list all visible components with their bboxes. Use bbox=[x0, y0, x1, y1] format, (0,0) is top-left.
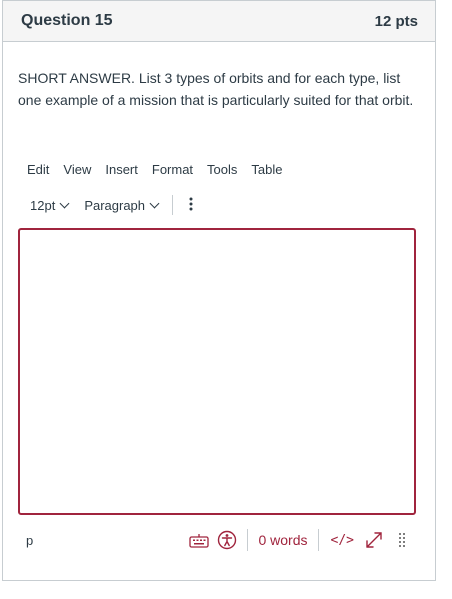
question-points: 12 pts bbox=[374, 12, 418, 30]
resize-grip-icon[interactable] bbox=[388, 527, 416, 553]
menu-edit[interactable]: Edit bbox=[20, 160, 56, 179]
fullscreen-icon[interactable] bbox=[360, 527, 388, 553]
block-format-dropdown[interactable]: Paragraph bbox=[76, 198, 166, 213]
menu-tools[interactable]: Tools bbox=[200, 160, 244, 179]
menu-format[interactable]: Format bbox=[145, 160, 200, 179]
block-format-value: Paragraph bbox=[84, 197, 146, 213]
toolbar-divider bbox=[172, 195, 174, 215]
font-size-value: 12pt bbox=[30, 197, 56, 213]
menu-table[interactable]: Table bbox=[244, 160, 289, 179]
statusbar-controls: 0 words </> bbox=[185, 527, 416, 553]
keyboard-icon[interactable] bbox=[185, 527, 213, 553]
question-title: Question 15 bbox=[21, 12, 113, 29]
html-editor-toggle[interactable]: </> bbox=[325, 533, 360, 548]
chevron-down-icon bbox=[59, 198, 70, 208]
more-options-icon[interactable] bbox=[181, 197, 201, 214]
menu-insert[interactable]: Insert bbox=[98, 160, 145, 179]
editor-toolbar: 12pt Paragraph bbox=[22, 193, 201, 217]
menu-view[interactable]: View bbox=[56, 160, 98, 179]
editor-statusbar: p 0 words </> bbox=[18, 525, 416, 555]
statusbar-divider bbox=[247, 529, 249, 551]
word-count-button[interactable]: 0 words bbox=[254, 532, 311, 548]
question-header: Question 15 12 pts bbox=[3, 1, 435, 42]
statusbar-divider bbox=[317, 529, 319, 551]
accessibility-icon[interactable] bbox=[213, 527, 241, 553]
chevron-down-icon bbox=[149, 198, 160, 208]
font-size-dropdown[interactable]: 12pt bbox=[22, 198, 76, 213]
element-path[interactable]: p bbox=[26, 533, 33, 548]
editor-menubar: Edit View Insert Format Tools Table bbox=[20, 160, 289, 179]
answer-editor[interactable] bbox=[18, 228, 416, 515]
question-text: SHORT ANSWER. List 3 types of orbits and… bbox=[18, 70, 414, 108]
